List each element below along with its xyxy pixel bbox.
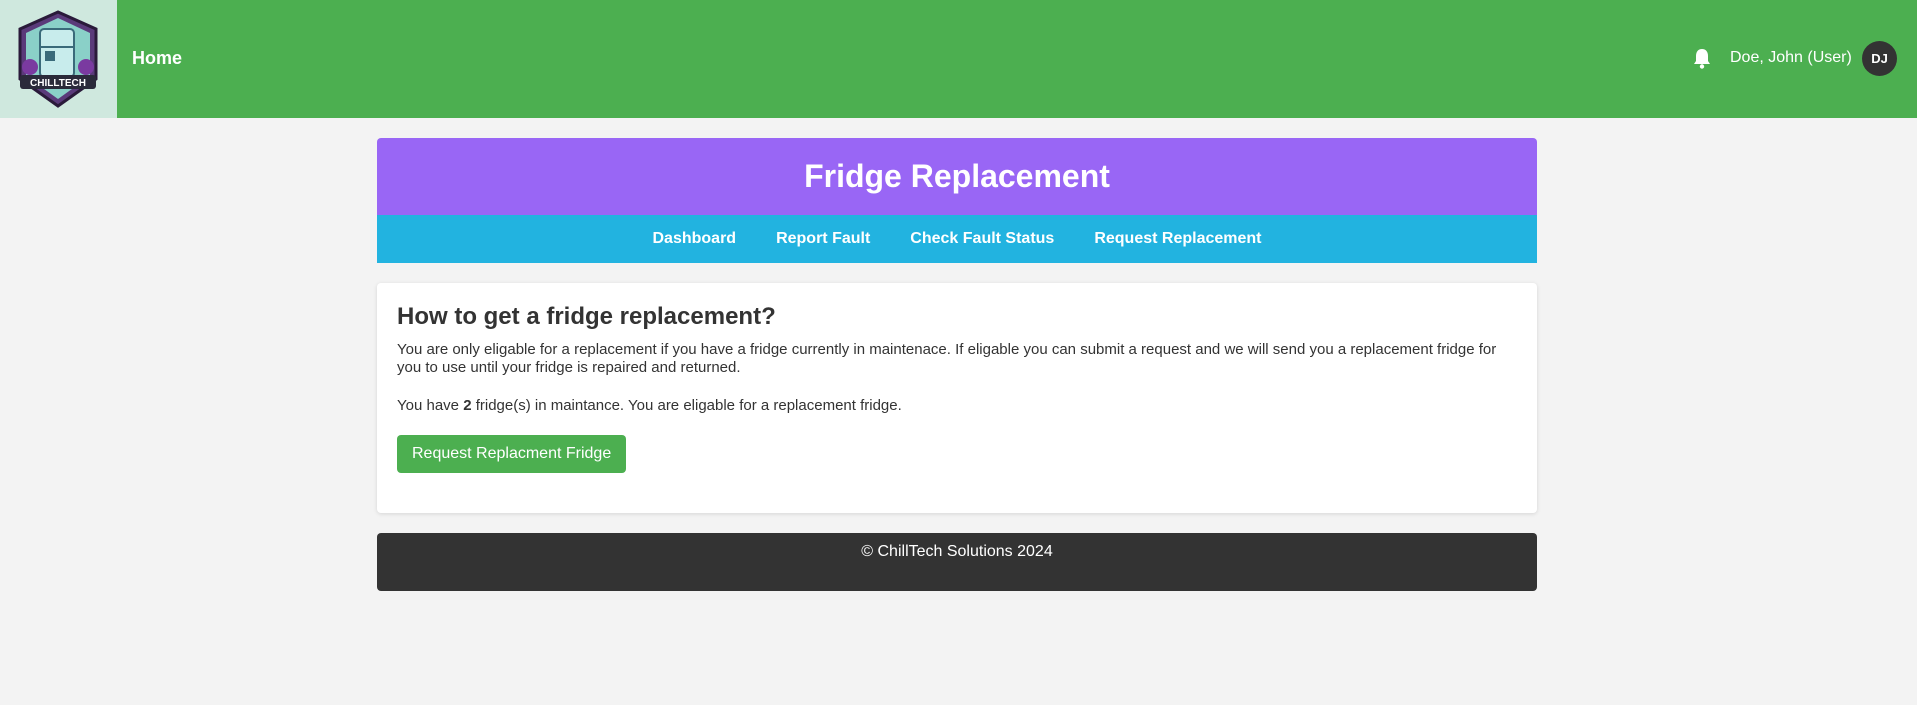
main-container: Fridge Replacement Dashboard Report Faul… [377,138,1537,591]
status-prefix: You have [397,397,464,414]
card-heading: How to get a fridge replacement? [397,303,776,330]
user-name[interactable]: Doe, John (User) [1730,48,1852,68]
card-description: You are only eligable for a replacement … [397,341,1497,376]
page-banner: Fridge Replacement [377,138,1537,215]
maintenance-status: You have 2 fridge(s) in maintance. You a… [397,397,1517,415]
chilltech-logo-icon: CHILLTECH [18,10,98,108]
nav-report-fault[interactable]: Report Fault [776,230,870,248]
logo[interactable]: CHILLTECH [0,0,117,118]
page-title: Fridge Replacement [804,158,1110,194]
avatar[interactable]: DJ [1862,41,1897,76]
request-replacement-button[interactable]: Request Replacment Fridge [397,435,627,473]
logo-text: CHILLTECH [30,78,86,89]
home-link[interactable]: Home [132,47,182,69]
nav-dashboard[interactable]: Dashboard [653,230,737,248]
footer: © ChillTech Solutions 2024 [377,533,1537,591]
top-header: CHILLTECH Home Doe, John (User) DJ [0,0,1917,118]
status-suffix: fridge(s) in maintance. You are eligable… [471,397,902,414]
replacement-card: How to get a fridge replacement? You are… [377,283,1537,513]
section-nav: Dashboard Report Fault Check Fault Statu… [377,215,1537,263]
nav-check-fault-status[interactable]: Check Fault Status [910,230,1054,248]
nav-request-replacement[interactable]: Request Replacement [1094,230,1261,248]
fridge-count: 2 [463,397,472,414]
footer-copyright: © ChillTech Solutions 2024 [861,543,1053,560]
bell-icon[interactable] [1692,47,1712,69]
